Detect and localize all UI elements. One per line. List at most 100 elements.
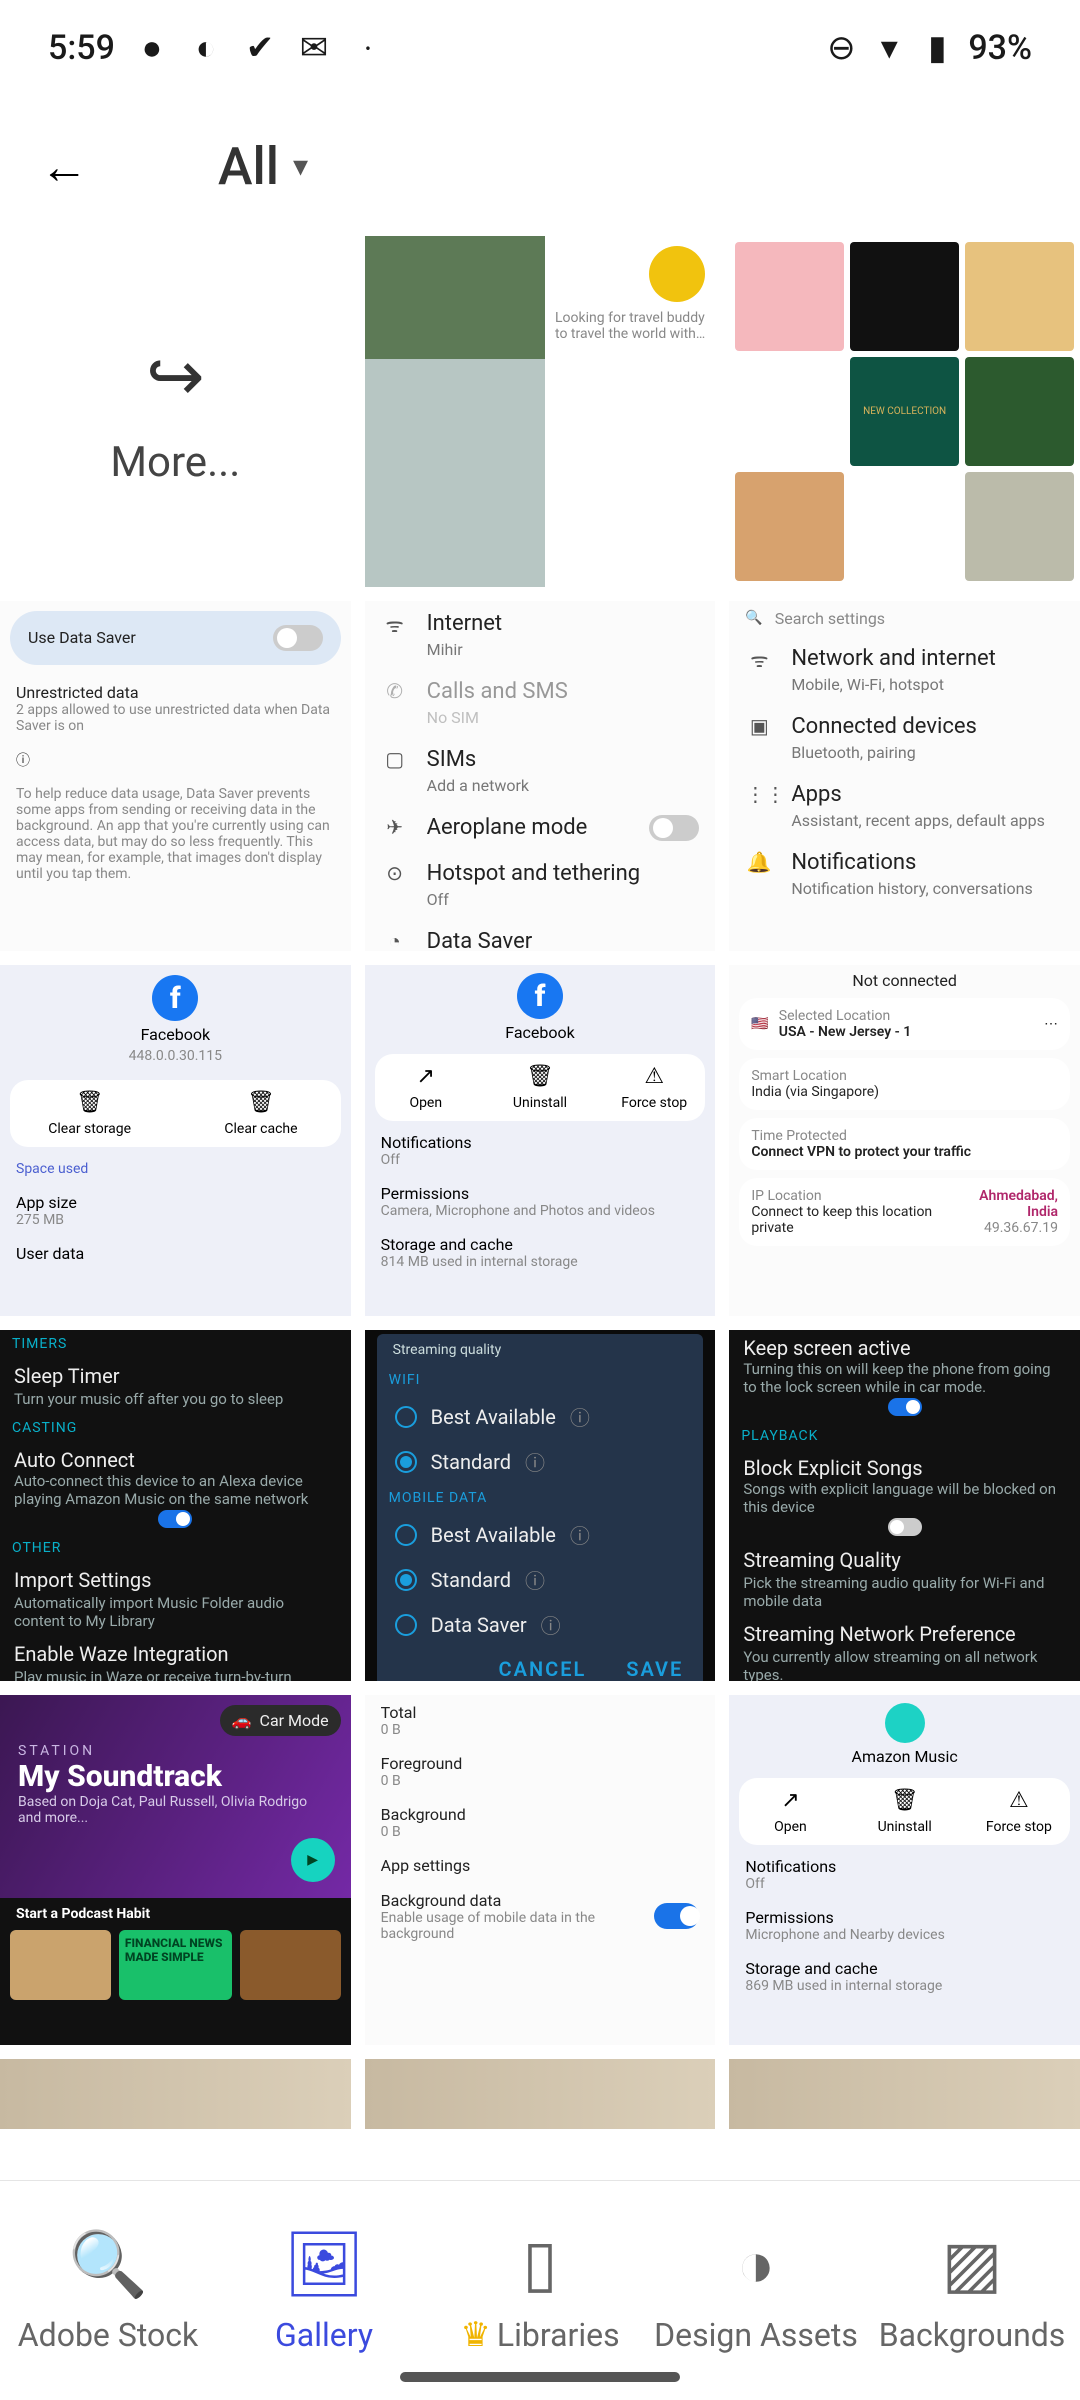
wifi-icon: ᯤ (381, 611, 409, 638)
vpn-ip-l: IP Location (751, 1188, 948, 1204)
thumb-playback[interactable]: Keep screen activeTurning this on will k… (729, 1330, 1080, 1681)
uninstall-button[interactable]: 🗑Uninstall (489, 1054, 591, 1121)
nav-libraries[interactable]: ▯ ♛Libraries (432, 2181, 648, 2400)
import-settings: Import Settings (14, 1568, 337, 1592)
sync-icon: ◐ (189, 31, 223, 65)
badge-icon (649, 246, 705, 302)
uninstall-button[interactable]: 🗑Uninstall (854, 1778, 956, 1845)
nav-adobe-stock[interactable]: 🔍 Adobe Stock (0, 2181, 216, 2400)
fb-store: Storage and cache (381, 1235, 700, 1254)
album-dropdown[interactable]: All ▾ (218, 136, 308, 197)
waze-sub: Play music in Waze or receive turn-by-tu… (14, 1668, 337, 1681)
thumb-fb-appinfo[interactable]: f Facebook ↗Open 🗑Uninstall ⚠Force stop … (365, 965, 716, 1316)
crown-icon: ♛ (460, 2315, 490, 2355)
wifi-best-option[interactable]: Best Availableⓘ (377, 1394, 704, 1439)
mail-icon: ✉ (297, 31, 331, 65)
album-title: All (218, 136, 279, 197)
thumb-data-saver[interactable]: Use Data Saver Unrestricted data 2 apps … (0, 601, 351, 952)
open-button[interactable]: ↗Open (739, 1778, 841, 1845)
status-bar: 5:59 ● ◐ ✔ ✉ • ⊖ ▾ ▮ 93% (0, 0, 1080, 96)
thumb-network-settings[interactable]: ᯤInternetMihir ✆Calls and SMSNo SIM ▢SIM… (365, 601, 716, 952)
wifi-icon: ▾ (872, 31, 906, 65)
open-button[interactable]: ↗Open (375, 1054, 477, 1121)
hotspot-sub: Off (427, 890, 640, 909)
shapes-icon: ◑ (737, 2227, 776, 2302)
force-stop-button[interactable]: ⚠Force stop (603, 1054, 705, 1121)
wifi-standard-option[interactable]: Standardⓘ (377, 1439, 704, 1484)
book-icon: ▯ (522, 2226, 557, 2301)
vpn-ip-addr: 49.36.67.19 (960, 1220, 1058, 1236)
am-name: Amazon Music (852, 1747, 958, 1766)
am-store-sub: 869 MB used in internal storage (745, 1978, 1064, 1994)
vpn-ip-city: Ahmedabad, India (960, 1188, 1058, 1220)
thumb-photo-1[interactable] (0, 2059, 351, 2129)
thumb-amazon-appinfo[interactable]: Amazon Music ↗Open 🗑Uninstall ⚠Force sto… (729, 1695, 1080, 2046)
saver-icon: ◔ (381, 929, 409, 952)
gallery-grid: ↪ More... Looking for travel buddy to tr… (0, 236, 1080, 2129)
fb-store-sub: 814 MB used in internal storage (381, 1254, 700, 1270)
thumb-caption: Looking for travel buddy to travel the w… (555, 310, 705, 342)
space-used-header: Space used (0, 1153, 351, 1185)
data-saver-help: To help reduce data usage, Data Saver pr… (0, 778, 351, 890)
thumb-photo-2[interactable] (365, 2059, 716, 2129)
gallery-icon: 🖼 (283, 2227, 364, 2302)
thumb-data-usage[interactable]: Total0 B Foreground0 B Background0 B App… (365, 1695, 716, 2046)
timers-header: TIMERS (0, 1330, 351, 1358)
nav-design-assets[interactable]: ◑ Design Assets (648, 2181, 864, 2400)
sleep-timer-sub: Turn your music off after you go to slee… (14, 1390, 337, 1408)
nav-gallery[interactable]: 🖼 Gallery (216, 2181, 432, 2400)
fb-name2: Facebook (505, 1023, 574, 1042)
trash-icon: 🗑 (76, 1090, 104, 1115)
vpn-smart-v: India (via Singapore) (751, 1084, 1058, 1100)
nav-backgrounds[interactable]: ▨ Backgrounds (864, 2181, 1080, 2400)
save-button[interactable]: SAVE (626, 1657, 683, 1681)
keep-screen-toggle[interactable] (888, 1398, 922, 1416)
app-size-value: 275 MB (16, 1212, 335, 1228)
thumb-photo-3[interactable] (729, 2059, 1080, 2129)
force-stop-button[interactable]: ⚠Force stop (968, 1778, 1070, 1845)
data-saver-toggle[interactable] (273, 625, 323, 651)
warn-icon: ⚠ (1009, 1788, 1029, 1813)
vpn-smart-l: Smart Location (751, 1068, 1058, 1084)
hotspot-icon: ⊙ (381, 861, 409, 885)
thumb-stream-dialog[interactable]: Streaming quality WIFI Best Availableⓘ S… (365, 1330, 716, 1681)
thumb-settings-home[interactable]: 🔍Search settings ᯤNetwork and internetMo… (729, 601, 1080, 952)
clear-cache-button[interactable]: 🗑Clear cache (181, 1080, 340, 1147)
total-value: 0 B (381, 1722, 700, 1738)
auto-connect-toggle[interactable] (158, 1510, 192, 1528)
bell-icon: 🔔 (745, 850, 773, 874)
open-icon: ↗ (417, 1064, 435, 1089)
use-data-saver-label: Use Data Saver (28, 628, 136, 647)
thumb-amazon-settings[interactable]: TIMERS Sleep TimerTurn your music off af… (0, 1330, 351, 1681)
cancel-button[interactable]: CANCEL (499, 1657, 587, 1681)
thumb-fb-storage[interactable]: f Facebook 448.0.0.30.115 🗑Clear storage… (0, 965, 351, 1316)
car-mode-chip[interactable]: 🚗 Car Mode (220, 1705, 341, 1736)
play-button[interactable]: ▶ (291, 1838, 335, 1882)
sim-icon: ▢ (381, 747, 409, 771)
chat-icon: ● (135, 31, 169, 65)
notif-sub: Notification history, conversations (791, 879, 1032, 898)
trash-icon: 🗑 (526, 1064, 554, 1089)
thumb-music-home[interactable]: 🚗 Car Mode STATION My Soundtrack Based o… (0, 1695, 351, 2046)
more-tile[interactable]: ↪ More... (0, 236, 351, 587)
devices-icon: ▣ (745, 714, 773, 738)
mobile-best-option[interactable]: Best Availableⓘ (377, 1512, 704, 1557)
fg-value: 0 B (381, 1773, 700, 1789)
block-toggle[interactable] (888, 1518, 922, 1536)
texture-icon: ▨ (942, 2227, 1002, 2302)
bgdata-toggle[interactable] (654, 1903, 699, 1929)
aero-toggle[interactable] (649, 815, 699, 841)
mobile-datasaver-option[interactable]: Data Saverⓘ (377, 1602, 704, 1647)
mobile-standard-option[interactable]: Standardⓘ (377, 1557, 704, 1602)
snp-sub: You currently allow streaming on all net… (743, 1648, 1066, 1681)
thumb-vpn[interactable]: Not connected 🇺🇸Selected LocationUSA - N… (729, 965, 1080, 1316)
block-explicit: Block Explicit Songs (743, 1456, 922, 1480)
net-label: Network and internet (791, 646, 996, 671)
thumb-waterfall[interactable]: Looking for travel buddy to travel the w… (365, 236, 716, 587)
podcast-card[interactable]: FINANCIAL NEWS MADE SIMPLE (119, 1930, 232, 2000)
thumb-collage[interactable]: NEW COLLECTION (729, 236, 1080, 587)
clear-storage-button[interactable]: 🗑Clear storage (10, 1080, 169, 1147)
more-icon[interactable]: ⋯ (1044, 1016, 1058, 1032)
back-button[interactable]: ← (40, 138, 88, 195)
nav-assets-label: Design Assets (654, 2316, 858, 2354)
